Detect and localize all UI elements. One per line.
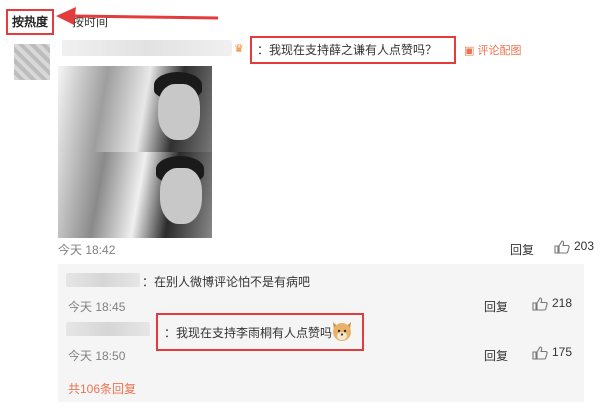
- image-icon: ▣: [464, 45, 478, 57]
- thumbs-up-icon: [532, 297, 548, 311]
- like-button[interactable]: 203: [554, 239, 594, 254]
- reply-text: ：在别人微博评论怕不是有病吧: [142, 275, 311, 289]
- reply-list: ：在别人微博评论怕不是有病吧 今天 18:45 回复 218 今天 18:50 …: [58, 264, 584, 402]
- thumbs-up-icon: [554, 240, 570, 254]
- sort-by-hot-tab[interactable]: 按热度: [6, 9, 54, 35]
- like-count: 175: [551, 345, 572, 359]
- reply-timestamp: 今天 18:50: [68, 349, 126, 363]
- comment-meta: 今天 18:42 回复 203: [58, 239, 594, 261]
- reply-button[interactable]: 回复: [484, 347, 508, 364]
- doge-emoji-icon: [333, 322, 351, 341]
- reply-highlight-box: ：我现在支持李雨桐有人点赞吗: [156, 313, 364, 351]
- like-button[interactable]: 175: [532, 345, 572, 360]
- photo-face: [158, 84, 200, 140]
- like-count: 218: [551, 296, 572, 310]
- comment-photo[interactable]: [58, 66, 212, 238]
- comment-text: ：我现在支持薛之谦有人点赞吗？: [250, 36, 456, 64]
- fan-badge-icon: ♛: [234, 43, 244, 55]
- comment-with-pic-link[interactable]: ▣ 评论配图: [464, 42, 521, 58]
- photo-frame-top: [58, 66, 212, 152]
- reply-button[interactable]: 回复: [484, 298, 508, 315]
- reply-text: ：我现在支持李雨桐有人点赞吗: [164, 326, 333, 340]
- reply-username-redacted[interactable]: [66, 322, 150, 336]
- with-pic-label: 评论配图: [477, 45, 522, 57]
- photo-frame-bottom: [58, 152, 212, 238]
- reply-button[interactable]: 回复: [510, 241, 534, 258]
- comment-timestamp: 今天 18:42: [58, 243, 116, 257]
- thumbs-up-icon: [532, 346, 548, 360]
- more-replies-link[interactable]: 共106条回复: [68, 380, 136, 397]
- avatar[interactable]: [14, 44, 50, 80]
- sort-bar: 按热度 按时间: [0, 0, 600, 38]
- photo-face: [160, 168, 202, 224]
- like-count: 203: [573, 239, 594, 253]
- reply-timestamp: 今天 18:45: [68, 300, 126, 314]
- annotation-arrow-icon: [56, 7, 219, 25]
- like-button[interactable]: 218: [532, 296, 572, 311]
- username-redacted[interactable]: [62, 40, 232, 56]
- reply-username-redacted[interactable]: [66, 273, 140, 287]
